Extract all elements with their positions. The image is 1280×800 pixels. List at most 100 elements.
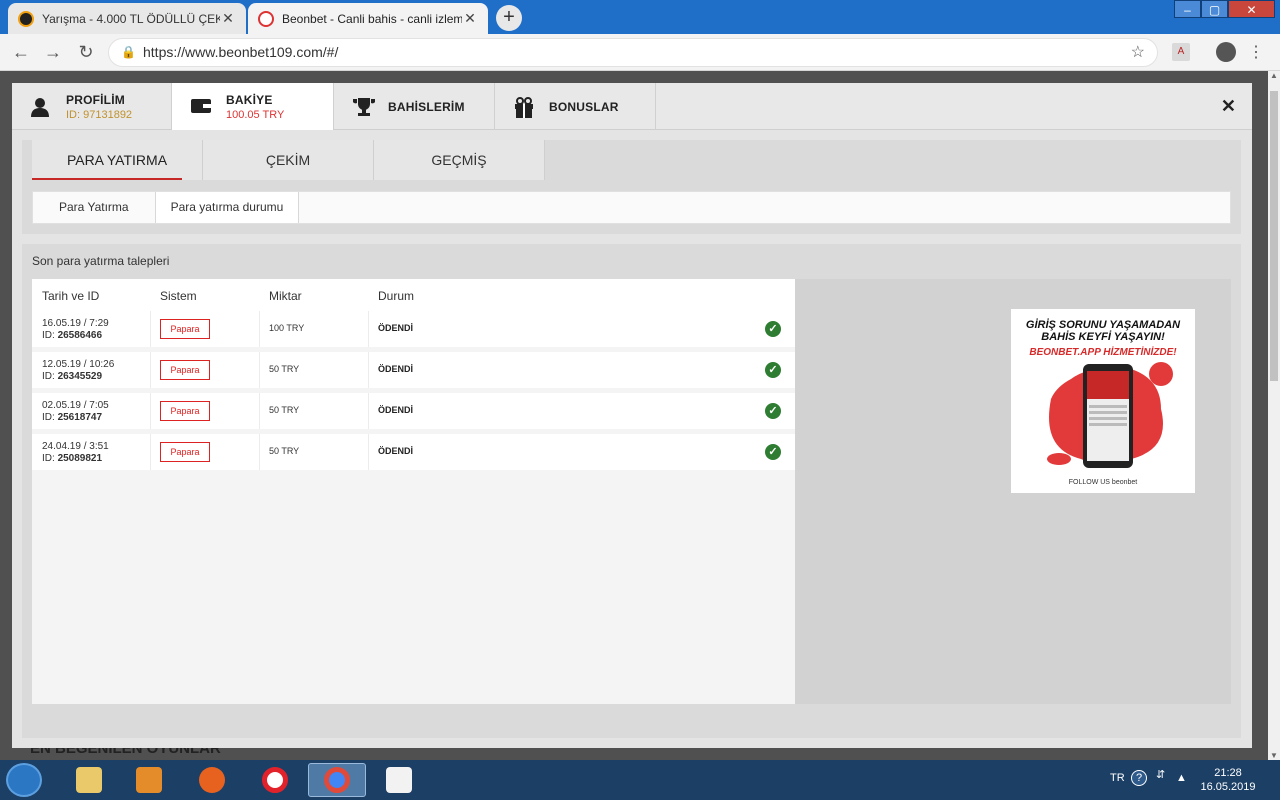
scroll-down-icon[interactable]: ▼ xyxy=(1268,751,1280,760)
subtab-deposit[interactable]: Para Yatırma xyxy=(33,192,155,223)
deposits-table: Tarih ve ID Sistem Miktar Durum 16.05.19… xyxy=(32,279,795,704)
tab-balance-label: BAKİYE xyxy=(226,92,273,107)
tab-balance[interactable]: BAKİYE 100.05 TRY xyxy=(172,83,334,130)
beonbet-favicon-icon xyxy=(258,10,274,27)
start-button[interactable] xyxy=(6,763,42,797)
row-date-id: 16.05.19 / 7:29 ID: 26586466 xyxy=(42,318,109,341)
pdf-extension-icon[interactable]: A xyxy=(1172,43,1190,61)
tab-bonuses-label: BONUSLAR xyxy=(549,99,619,114)
user-id-text: ID: 97131892 xyxy=(66,108,133,121)
deposit-panel: PARA YATIRMA ÇEKİM GEÇMİŞ Para Yatırma P… xyxy=(22,140,1241,234)
forward-arrow-icon[interactable]: → xyxy=(42,41,64,63)
header-status: Durum xyxy=(378,289,415,303)
check-circle-icon: ✓ xyxy=(765,362,781,378)
deposit-status-panel: Son para yatırma talepleri Tarih ve ID S… xyxy=(22,244,1241,738)
tab-close-icon[interactable]: ✕ xyxy=(220,10,236,27)
tray-arrow-icon[interactable]: ▲ xyxy=(1176,772,1187,800)
tab-deposit[interactable]: PARA YATIRMA xyxy=(32,140,203,180)
explorer-taskbar-icon[interactable] xyxy=(60,763,118,797)
clock-date: 16.05.2019 xyxy=(1200,781,1256,793)
check-circle-icon: ✓ xyxy=(765,321,781,337)
header-system: Sistem xyxy=(160,289,197,303)
chrome-taskbar-icon[interactable] xyxy=(308,763,366,797)
site-favicon-icon xyxy=(18,10,34,27)
row-amount: 50 TRY xyxy=(269,446,300,456)
account-tabs: PROFİLİM ID: 97131892 BAKİYE 100.05 TRY … xyxy=(12,83,1252,130)
check-circle-icon: ✓ xyxy=(765,403,781,419)
subtab-deposit-status[interactable]: Para yatırma durumu xyxy=(154,192,300,223)
row-status: ÖDENDİ xyxy=(378,405,414,415)
bookmark-star-icon[interactable]: ☆ xyxy=(1131,39,1145,66)
system-badge: Papara xyxy=(160,360,210,380)
tab-my-bets[interactable]: BAHİSLERİM xyxy=(334,83,495,130)
phone-illustration-icon xyxy=(1047,362,1173,468)
tab-my-bets-label: BAHİSLERİM xyxy=(388,99,465,114)
row-amount: 50 TRY xyxy=(269,405,300,415)
system-badge: Papara xyxy=(160,401,210,421)
recent-deposits-title: Son para yatırma talepleri xyxy=(32,254,170,268)
check-circle-icon: ✓ xyxy=(765,444,781,460)
row-amount: 50 TRY xyxy=(269,364,300,374)
browser-tab-yarisma[interactable]: Yarışma - 4.000 TL ÖDÜLLÜ ÇEKİLİŞ ✕ xyxy=(8,3,246,34)
profile-avatar-icon[interactable] xyxy=(1216,42,1236,62)
balance-amount: 100.05 TRY xyxy=(226,108,285,121)
promo-area: GİRİŞ SORUNU YAŞAMADAN BAHİS KEYFİ YAŞAY… xyxy=(795,279,1231,704)
lock-icon: 🔒 xyxy=(121,45,136,59)
modal-close-icon[interactable]: ✕ xyxy=(1221,96,1236,117)
tab-close-icon[interactable]: ✕ xyxy=(462,10,478,27)
tab-title: Beonbet - Canli bahis - canli izleme xyxy=(282,11,462,26)
back-arrow-icon[interactable]: ← xyxy=(10,41,32,63)
browser-toolbar: ← → ↻ 🔒 https://www.beonbet109.com/#/ ☆ … xyxy=(0,34,1280,71)
gift-icon xyxy=(513,96,533,118)
clock-time: 21:28 xyxy=(1214,767,1242,779)
scrollbar-thumb[interactable] xyxy=(1270,91,1278,381)
header-date-id: Tarih ve ID xyxy=(42,289,100,303)
network-icon[interactable]: ⇵ xyxy=(1156,768,1165,800)
tab-profile-label: PROFİLİM xyxy=(66,92,125,107)
help-icon[interactable]: ? xyxy=(1131,770,1147,786)
tab-profile[interactable]: PROFİLİM ID: 97131892 xyxy=(12,83,172,130)
row-amount: 100 TRY xyxy=(269,323,305,333)
table-row: 12.05.19 / 10:26 ID: 26345529 Papara 50 T… xyxy=(32,352,795,388)
windows-taskbar: TR ? ⇵ ▲ 21:28 16.05.2019 xyxy=(0,760,1280,800)
tab-title: Yarışma - 4.000 TL ÖDÜLLÜ ÇEKİLİŞ xyxy=(42,11,220,26)
row-status: ÖDENDİ xyxy=(378,446,414,456)
tab-bonuses[interactable]: BONUSLAR xyxy=(495,83,656,130)
new-tab-button[interactable]: + xyxy=(496,5,522,31)
reload-icon[interactable]: ↻ xyxy=(75,41,97,63)
row-status: ÖDENDİ xyxy=(378,364,414,374)
opera-taskbar-icon[interactable] xyxy=(246,763,304,797)
row-date-id: 02.05.19 / 7:05 ID: 25618747 xyxy=(42,400,109,423)
page-scrollbar[interactable]: ▲ ▼ xyxy=(1268,71,1280,760)
row-date-id: 24.04.19 / 3:51 ID: 25089821 xyxy=(42,441,109,464)
taskbar-clock[interactable]: 21:28 16.05.2019 xyxy=(1196,766,1260,794)
header-amount: Miktar xyxy=(269,289,302,303)
maximize-button[interactable]: ▢ xyxy=(1201,0,1228,18)
browser-tab-beonbet[interactable]: Beonbet - Canli bahis - canli izleme ✕ xyxy=(248,3,488,34)
trophy-icon xyxy=(352,97,375,117)
tab-withdraw[interactable]: ÇEKİM xyxy=(203,140,374,180)
scroll-up-icon[interactable]: ▲ xyxy=(1268,71,1280,80)
address-bar[interactable]: 🔒 https://www.beonbet109.com/#/ ☆ xyxy=(108,38,1158,67)
table-row: 24.04.19 / 3:51 ID: 25089821 Papara 50 TR… xyxy=(32,434,795,470)
system-badge: Papara xyxy=(160,319,210,339)
media-player-taskbar-icon[interactable] xyxy=(120,763,178,797)
language-indicator[interactable]: TR xyxy=(1110,772,1125,800)
tab-history[interactable]: GEÇMİŞ xyxy=(374,140,545,180)
window-controls: ‒ ▢ ✕ xyxy=(1174,0,1275,20)
table-row: 16.05.19 / 7:29 ID: 26586466 Papara 100 T… xyxy=(32,311,795,347)
user-icon xyxy=(30,97,50,117)
url-text: https://www.beonbet109.com/#/ xyxy=(143,44,339,60)
promo-banner[interactable]: GİRİŞ SORUNU YAŞAMADAN BAHİS KEYFİ YAŞAY… xyxy=(1011,309,1195,493)
table-header: Tarih ve ID Sistem Miktar Durum xyxy=(32,279,795,311)
menu-dots-icon[interactable]: ⋮ xyxy=(1248,42,1264,62)
firefox-taskbar-icon[interactable] xyxy=(183,763,241,797)
row-date-id: 12.05.19 / 10:26 ID: 26345529 xyxy=(42,359,115,382)
system-badge: Papara xyxy=(160,442,210,462)
minimize-button[interactable]: ‒ xyxy=(1174,0,1201,18)
section-tabs: PARA YATIRMA ÇEKİM GEÇMİŞ xyxy=(32,140,545,180)
deposit-subtabs: Para Yatırma Para yatırma durumu xyxy=(32,191,1231,224)
document-taskbar-icon[interactable] xyxy=(370,763,428,797)
browser-tabstrip: Yarışma - 4.000 TL ÖDÜLLÜ ÇEKİLİŞ ✕ Beon… xyxy=(0,0,1280,34)
close-window-button[interactable]: ✕ xyxy=(1228,0,1275,18)
